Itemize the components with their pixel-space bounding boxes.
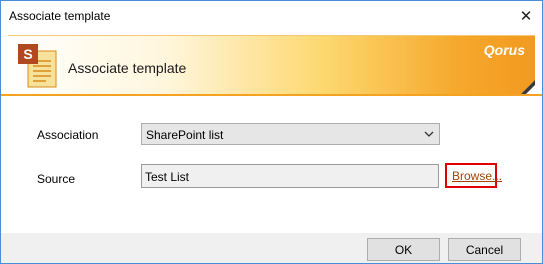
close-icon: ✕ (519, 8, 533, 25)
header-banner: S Associate template Qorus (8, 35, 535, 94)
sharepoint-document-icon: S (18, 44, 57, 88)
banner-title: Associate template (68, 60, 187, 76)
association-selected-value: SharePoint list (146, 128, 224, 142)
source-label: Source (37, 172, 76, 186)
banner-divider (1, 94, 542, 96)
source-value: Test List (145, 170, 190, 184)
page-corner-icon (521, 80, 535, 94)
browse-highlight: Browse... (445, 163, 502, 188)
association-dropdown[interactable]: SharePoint list (141, 123, 440, 145)
browse-link[interactable]: Browse... (452, 169, 502, 183)
ok-button[interactable]: OK (367, 238, 440, 261)
source-field[interactable]: Test List (141, 164, 439, 188)
associate-template-dialog: Associate template ✕ S Associate templat… (0, 0, 543, 264)
svg-text:S: S (23, 46, 32, 62)
dialog-footer: OK Cancel (1, 233, 542, 263)
cancel-button[interactable]: Cancel (448, 238, 521, 261)
title-bar: Associate template ✕ (1, 1, 542, 33)
chevron-down-icon (424, 131, 434, 137)
close-button[interactable]: ✕ (512, 3, 540, 29)
qorus-logo: Qorus (483, 42, 525, 58)
association-label: Association (37, 128, 99, 142)
window-title: Associate template (9, 9, 111, 23)
